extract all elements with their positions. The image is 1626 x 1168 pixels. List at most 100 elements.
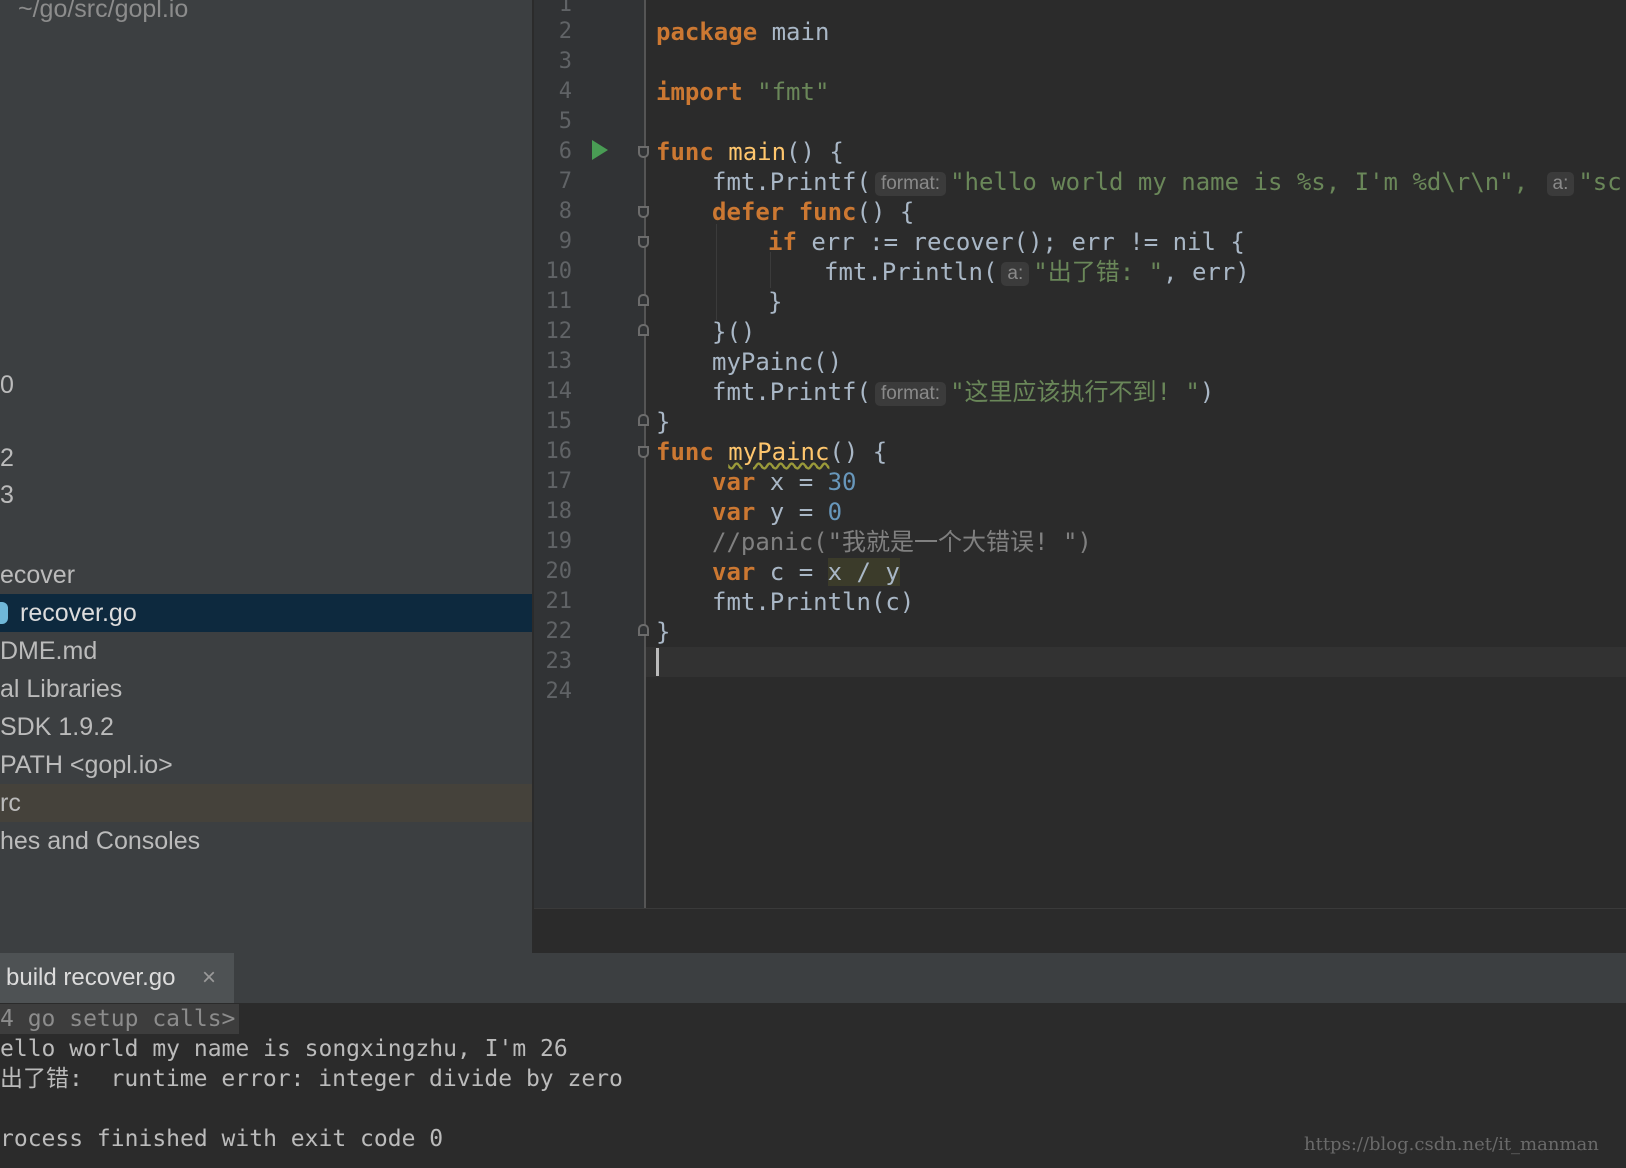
code-line-10: fmt.Println(a: "出了错: ", err) xyxy=(824,257,1250,287)
tree-item-label: al Libraries xyxy=(0,675,123,703)
code-text: fmt.Printf( xyxy=(712,168,871,196)
editor-bottom-area xyxy=(534,908,1626,954)
code-line-11: } xyxy=(768,288,783,316)
line-number: 6 xyxy=(558,139,572,164)
tree-item-go-sdk[interactable]: SDK 1.9.2 xyxy=(0,708,532,746)
fold-icon[interactable] xyxy=(638,624,649,636)
tree-item-label: PATH <gopl.io> xyxy=(0,751,173,779)
tree-item-label: recover.go xyxy=(20,599,137,627)
tree-item-label: ecover xyxy=(0,561,76,589)
keyword: func xyxy=(798,198,857,226)
keyword: if xyxy=(768,228,797,256)
project-root-path[interactable]: ~/go/src/gopl.io xyxy=(0,0,532,28)
fold-icon[interactable] xyxy=(638,324,649,336)
code-text: fmt.Printf( xyxy=(712,378,871,406)
line-number: 22 xyxy=(545,619,573,644)
code-line-2: package main xyxy=(656,17,829,47)
fold-icon[interactable] xyxy=(638,236,649,248)
go-file-icon xyxy=(0,602,8,624)
keyword: defer xyxy=(712,198,785,226)
watermark: https://blog.csdn.net/it_manman xyxy=(1304,1134,1599,1155)
fold-icon[interactable] xyxy=(638,414,649,426)
code-line-18: var y = 0 xyxy=(712,497,842,527)
tree-item-2[interactable]: 2 xyxy=(0,439,532,477)
indent-guide xyxy=(716,224,717,320)
tree-item-label: hes and Consoles xyxy=(0,827,201,855)
code-line-15: } xyxy=(656,408,671,436)
code-line-14: fmt.Printf(format: "这里应该执行不到! ") xyxy=(712,377,1214,407)
text-caret xyxy=(656,648,659,676)
code-text: () { xyxy=(786,138,844,166)
code-text: err := recover(); err != nil { xyxy=(796,228,1245,256)
run-gutter-icon[interactable] xyxy=(592,140,608,160)
line-number: 3 xyxy=(558,49,572,74)
number-literal: 30 xyxy=(827,468,857,496)
run-tab-bar: build recover.go × xyxy=(0,953,1626,1003)
code-line-8: defer func() { xyxy=(712,197,914,227)
code-text: c = xyxy=(755,558,828,586)
tree-item-scratches[interactable]: hes and Consoles xyxy=(0,822,532,860)
console-line: 4 go setup calls> xyxy=(0,1004,240,1034)
fold-icon[interactable] xyxy=(638,146,649,158)
param-hint: format: xyxy=(874,382,947,406)
line-number: 13 xyxy=(545,349,573,374)
run-tab-build-recover[interactable]: build recover.go × xyxy=(0,953,234,1003)
indent-guide xyxy=(770,252,771,288)
line-number: 15 xyxy=(545,409,573,434)
string-literal: "这里应该执行不到! " xyxy=(950,378,1200,406)
code-line-20: var c = x / y xyxy=(712,557,900,587)
string-literal: "fmt" xyxy=(757,78,830,106)
keyword: package xyxy=(656,18,758,46)
keyword: func xyxy=(656,138,714,166)
console-line: ello world my name is songxingzhu, I'm 2… xyxy=(0,1036,568,1062)
tree-item-3[interactable]: 3 xyxy=(0,476,532,514)
keyword: var xyxy=(712,468,756,496)
function-name: myPainc xyxy=(728,438,830,466)
tree-item-recover-dir[interactable]: ecover xyxy=(0,556,532,594)
tree-item-label: 0 xyxy=(0,371,14,399)
code-line-4: import "fmt" xyxy=(656,77,829,107)
project-path-label: ~/go/src/gopl.io xyxy=(18,0,189,23)
code-text: fmt.Println( xyxy=(824,258,998,286)
code-text: () { xyxy=(829,438,888,466)
string-literal: "hello world my name is %s, I'm %d\r\n", xyxy=(950,168,1529,196)
line-number: 19 xyxy=(545,529,573,554)
line-number: 12 xyxy=(545,319,573,344)
close-tab-icon[interactable]: × xyxy=(202,953,216,1003)
tree-item-external-libraries[interactable]: al Libraries xyxy=(0,670,532,708)
line-number: 20 xyxy=(545,559,573,584)
string-literal: "出了错: " xyxy=(1033,258,1164,286)
line-number: 14 xyxy=(545,379,573,404)
line-number: 2 xyxy=(558,19,572,44)
line-number: 23 xyxy=(545,649,573,674)
code-line-6: func main() { xyxy=(656,137,844,167)
line-number: 18 xyxy=(545,499,573,524)
keyword: func xyxy=(656,438,714,466)
keyword: var xyxy=(712,498,756,526)
fold-icon[interactable] xyxy=(638,206,649,218)
tree-item-recover-go[interactable]: recover.go xyxy=(0,594,532,632)
fold-icon[interactable] xyxy=(638,446,649,458)
code-line-21: fmt.Println(c) xyxy=(712,588,915,616)
tree-item-gopath[interactable]: PATH <gopl.io> xyxy=(0,746,532,784)
line-number: 16 xyxy=(545,439,573,464)
tree-item-0[interactable]: 0 xyxy=(0,366,532,404)
function-name: main xyxy=(728,138,787,166)
string-literal: "sc xyxy=(1578,168,1622,196)
highlighted-expression: x / y xyxy=(827,558,900,586)
number-literal: 0 xyxy=(827,498,843,526)
fold-icon[interactable] xyxy=(638,294,649,306)
console-line: 出了错: runtime error: integer divide by ze… xyxy=(0,1066,623,1092)
line-number: 17 xyxy=(545,469,573,494)
param-hint: a: xyxy=(1001,262,1030,286)
line-number: 11 xyxy=(545,289,573,314)
tree-item-readme[interactable]: DME.md xyxy=(0,632,532,670)
run-tab-label: build recover.go xyxy=(6,964,176,991)
line-number: 9 xyxy=(558,229,572,254)
code-text: ) xyxy=(1199,378,1215,406)
tree-item-label: 2 xyxy=(0,444,14,472)
code-line-7: fmt.Printf(format: "hello world my name i… xyxy=(712,167,1622,197)
tree-item-src[interactable]: rc xyxy=(0,784,532,822)
current-line-highlight xyxy=(646,647,1626,677)
code-line-16: func myPainc() { xyxy=(656,437,887,467)
